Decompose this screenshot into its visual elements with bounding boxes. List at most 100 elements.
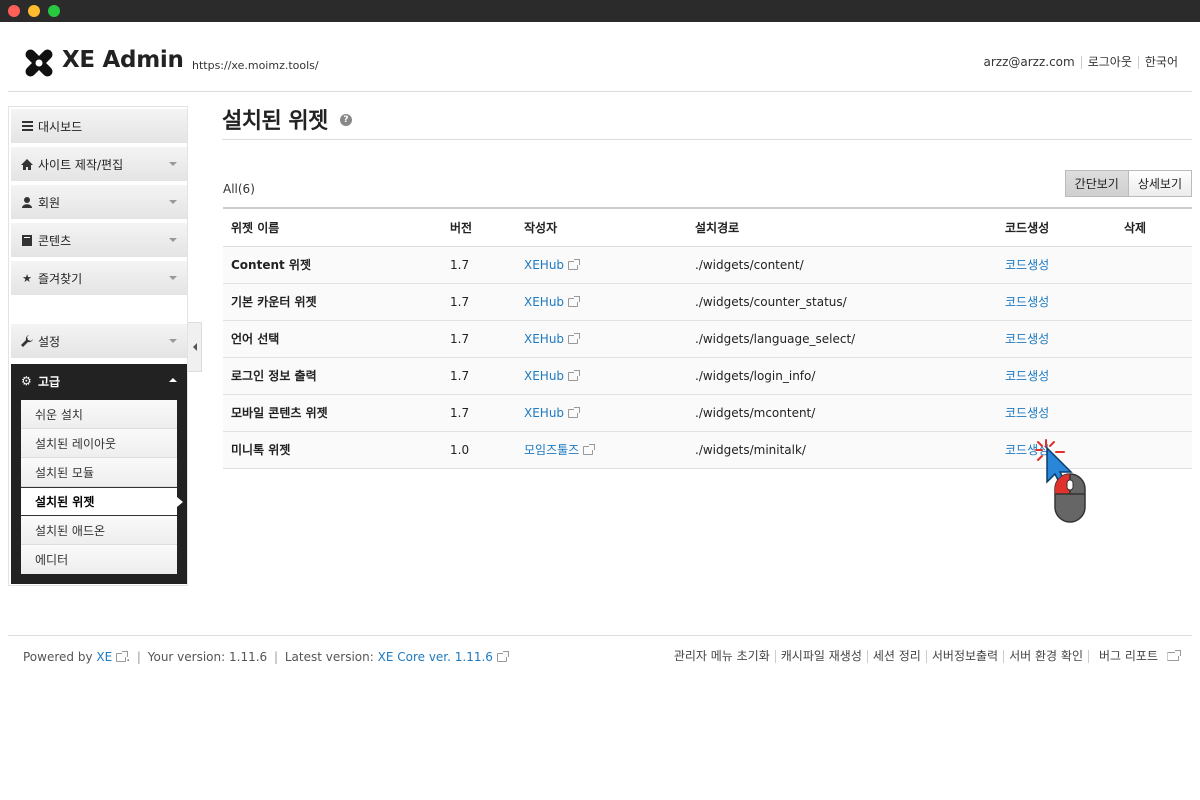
sidebar-item-settings[interactable]: 설정	[11, 324, 187, 360]
column-header-name: 위젯 이름	[223, 208, 442, 247]
widget-author-cell: XEHub	[516, 394, 687, 432]
widget-path: ./widgets/language_select/	[687, 320, 997, 358]
submenu-editor[interactable]: 에디터	[21, 545, 177, 574]
external-link-icon	[568, 258, 581, 270]
sidebar-item-site-editor[interactable]: 사이트 제작/편집	[11, 147, 187, 183]
widget-version: 1.7	[442, 246, 516, 284]
author-link[interactable]: XEHub	[524, 332, 564, 346]
widget-path: ./widgets/counter_status/	[687, 283, 997, 321]
detail-view-button[interactable]: 상세보기	[1128, 170, 1192, 197]
generate-code-link[interactable]: 코드생성	[1005, 295, 1049, 309]
view-toggle: 간단보기 상세보기	[1064, 170, 1192, 197]
sidebar-item-dashboard[interactable]: 대시보드	[11, 109, 187, 145]
widget-name: Content 위젯	[223, 246, 442, 284]
widget-name: 기본 카운터 위젯	[223, 283, 442, 321]
chevron-up-icon	[169, 378, 177, 382]
advanced-submenu: 쉬운 설치 설치된 레이아웃 설치된 모듈 설치된 위젯 설치된 애드온 에디터	[21, 400, 183, 574]
powered-by-text: Powered by	[23, 650, 93, 664]
submenu-easy-install[interactable]: 쉬운 설치	[21, 400, 177, 429]
widget-code-cell: 코드생성	[997, 246, 1116, 284]
sidebar-item-content[interactable]: 콘텐츠	[11, 223, 187, 259]
sidebar-item-label: 회원	[38, 195, 61, 210]
sidebar-item-label: 대시보드	[38, 119, 83, 134]
external-link-icon	[568, 406, 581, 418]
simple-view-button[interactable]: 간단보기	[1064, 170, 1129, 197]
gear-icon: ⚙	[21, 374, 32, 388]
mouse-click-cursor-icon	[1035, 439, 1086, 523]
title-divider	[222, 139, 1192, 140]
sidebar-item-members[interactable]: 회원	[11, 185, 187, 221]
widget-path: ./widgets/login_info/	[687, 357, 997, 395]
logout-link[interactable]: 로그아웃	[1080, 56, 1138, 69]
widget-version: 1.7	[442, 283, 516, 321]
author-link[interactable]: 모임즈툴즈	[524, 443, 579, 457]
sidebar-item-label: 즐겨찾기	[38, 271, 83, 286]
widget-delete-cell	[1116, 394, 1192, 432]
widget-path: ./widgets/content/	[687, 246, 997, 284]
submenu-installed-layouts[interactable]: 설치된 레이아웃	[21, 429, 177, 458]
generate-code-link[interactable]: 코드생성	[1005, 406, 1049, 420]
sidebar-item-label: 고급	[38, 374, 61, 389]
xe-link[interactable]: XE	[96, 650, 112, 664]
author-link[interactable]: XEHub	[524, 295, 564, 309]
regenerate-cache-link[interactable]: 캐시파일 재생성	[774, 650, 867, 663]
close-window-button[interactable]	[8, 5, 20, 17]
sidebar-advanced-group: ⚙ 고급 쉬운 설치 설치된 레이아웃 설치된 모듈 설치된 위젯 설치된 애드…	[11, 364, 187, 584]
bug-report-link[interactable]: 버그 리포트	[1087, 650, 1184, 663]
widget-version: 1.7	[442, 320, 516, 358]
sidebar-item-favorites[interactable]: ★ 즐겨찾기	[11, 261, 187, 297]
minimize-window-button[interactable]	[28, 5, 40, 17]
external-link-icon	[496, 651, 509, 662]
sidebar-item-advanced[interactable]: ⚙ 고급	[11, 364, 187, 398]
server-env-check-link[interactable]: 서버 환경 확인	[1003, 650, 1088, 663]
author-link[interactable]: XEHub	[524, 406, 564, 420]
widget-delete-cell	[1116, 357, 1192, 395]
logo-text[interactable]: XE Admin	[62, 47, 184, 73]
column-header-path: 설치경로	[687, 208, 997, 247]
home-icon	[21, 158, 33, 170]
latest-version-link[interactable]: XE Core ver. 1.11.6	[378, 650, 493, 664]
widget-author-cell: XEHub	[516, 320, 687, 358]
xe-logo-icon[interactable]	[22, 46, 56, 80]
widget-code-cell: 코드생성	[997, 283, 1116, 321]
external-link-icon	[583, 444, 596, 455]
generate-code-link[interactable]: 코드생성	[1005, 258, 1049, 272]
chevron-down-icon	[169, 162, 177, 166]
star-icon: ★	[22, 271, 32, 285]
submenu-installed-addons[interactable]: 설치된 애드온	[21, 516, 177, 545]
user-email-link[interactable]: arzz@arzz.com	[977, 56, 1080, 69]
footer-version-info: Powered by XE. | Your version: 1.11.6 | …	[23, 650, 509, 664]
widget-version: 1.7	[442, 394, 516, 432]
widget-code-cell: 코드생성	[997, 320, 1116, 358]
language-select[interactable]: 한국어	[1137, 56, 1178, 69]
widget-name: 모바일 콘텐츠 위젯	[223, 394, 442, 432]
widget-code-cell: 코드생성	[997, 394, 1116, 432]
widget-author-cell: 모임즈툴즈	[516, 431, 687, 469]
table-row: Content 위젯 1.7 XEHub ./widgets/content/ …	[223, 246, 1192, 284]
user-icon	[21, 196, 33, 208]
book-icon	[21, 234, 33, 246]
author-link[interactable]: XEHub	[524, 258, 564, 272]
sidebar-collapse-button[interactable]	[188, 322, 202, 372]
generate-code-link[interactable]: 코드생성	[1005, 369, 1049, 383]
help-icon[interactable]: ?	[340, 114, 352, 126]
site-url-link[interactable]: https://xe.moimz.tools/	[192, 59, 319, 72]
external-link-icon	[568, 332, 581, 344]
separator: |	[136, 650, 141, 664]
widget-name: 언어 선택	[223, 320, 442, 358]
widget-author-cell: XEHub	[516, 357, 687, 395]
clear-session-link[interactable]: 세션 정리	[866, 650, 926, 663]
widget-code-cell: 코드생성	[997, 357, 1116, 395]
reset-admin-menu-link[interactable]: 관리자 메뉴 초기화	[669, 650, 775, 663]
generate-code-link[interactable]: 코드생성	[1005, 332, 1049, 346]
sidebar-item-label: 설정	[38, 334, 61, 349]
widget-name: 로그인 정보 출력	[223, 357, 442, 395]
server-info-link[interactable]: 서버정보출력	[925, 650, 1003, 663]
submenu-installed-modules[interactable]: 설치된 모듈	[21, 458, 177, 487]
submenu-installed-widgets[interactable]: 설치된 위젯	[21, 487, 183, 516]
column-header-version: 버전	[442, 208, 516, 247]
external-link-icon	[116, 651, 129, 662]
author-link[interactable]: XEHub	[524, 369, 564, 383]
widget-version: 1.7	[442, 357, 516, 395]
maximize-window-button[interactable]	[48, 5, 60, 17]
